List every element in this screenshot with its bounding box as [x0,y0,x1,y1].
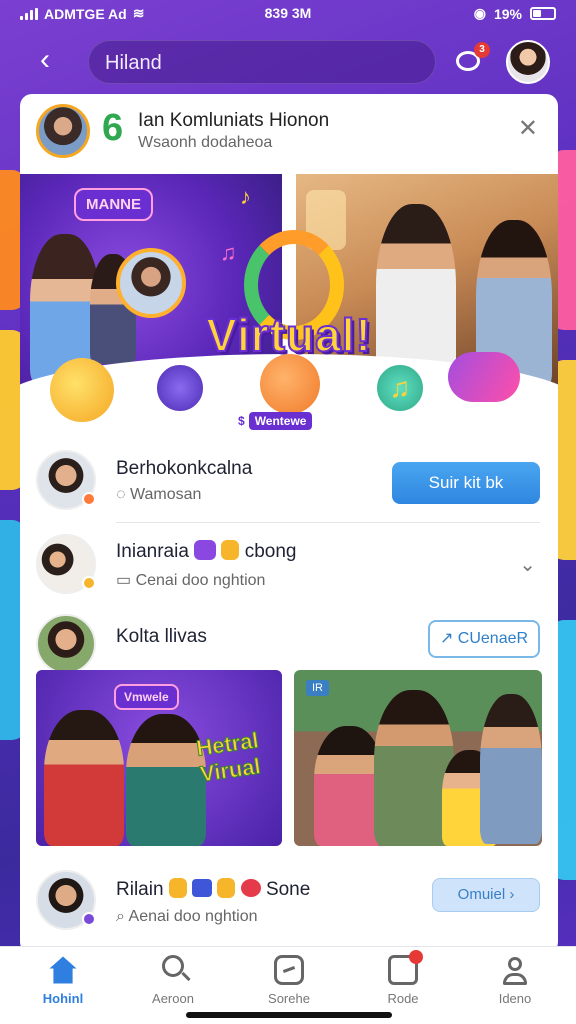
list-item[interactable]: Inianraia cbong ▭ Cenai doo nghtion ⌄ [20,530,558,606]
status-dot-icon [82,912,96,926]
chat-bubble-icon[interactable]: 3 [456,42,490,74]
music-note-icon: ♪ [240,184,251,209]
row-subtitle: ⌕ Aenai doo nghtion [116,908,258,925]
list-item[interactable]: Kolta llivas ↗ CUenaeR [20,610,558,674]
row-subtitle: ▭ Cenai doo nghtion [116,572,266,589]
thumbnail-title: Hetral Virual [194,727,263,787]
row-name: Berhokonkcalna [116,458,253,479]
inbox-icon [388,950,423,985]
nav-label: Sorehe [268,991,310,1006]
nav-label: Rode [387,991,419,1006]
chat-emoji-icon [154,362,206,414]
chevron-down-icon[interactable]: ⌄ [519,552,536,577]
action-button-label: CUenaeR [457,630,529,647]
row-subtitle: ◌ Wamosan [116,486,202,503]
nav-item-home[interactable]: Hohinl [18,955,108,1006]
group-card: 6 Ian Komluniats Hionon Wsaonh dodaheoa … [20,94,558,954]
hero-banner[interactable]: MANNE ♪ ♫ ♫ Virtual! $ Wentewe [20,174,558,474]
row-name-suffix: Sone [265,879,311,900]
group-header[interactable]: 6 Ian Komluniats Hionon Wsaonh dodaheoa … [20,94,558,170]
heart-emoji-icon [194,540,217,560]
blue-emoji-icon [192,879,213,897]
action-button-label: Omuiel [457,886,506,903]
home-indicator [186,1012,392,1018]
row-name: Rilain Sone [116,878,310,901]
notification-count-badge: 3 [474,42,490,58]
row-name-text: Inianraia [116,541,189,562]
status-dot-icon [82,576,96,590]
thumbnail-left[interactable]: Vmwele Hetral Virual [36,670,282,846]
avatar [36,614,96,674]
hero-tag: $ Wentewe [238,412,313,430]
group-subtitle: Wsaonh dodaheoa [138,134,273,151]
person-icon [500,955,530,985]
face-emoji-icon [260,354,320,414]
nav-item-inbox[interactable]: Rode [358,950,448,1006]
home-icon [49,956,77,984]
group-title: Ian Komluniats Hionon [138,110,330,131]
action-button[interactable]: Omuiel › [432,878,540,912]
list-item[interactable]: Berhokonkcalna ◌ Wamosan Suir kit bk [20,446,558,522]
group-logo-icon: 6 [102,107,124,149]
nav-item-profile[interactable]: Ideno [470,955,560,1006]
hero-tag-pill: Wentewe [248,412,313,430]
join-button[interactable]: Suir kit bk [392,462,540,504]
row-subtitle-text: Wamosan [129,486,202,503]
smile-emoji-icon [168,878,187,898]
list-item[interactable]: Rilain Sone ⌕ Aenai doo nghtion Omuiel › [20,866,558,942]
top-header: ‹ Hiland 3 [0,36,576,88]
action-button[interactable]: ↗ CUenaeR [428,620,540,658]
hero-tag-symbol: $ [238,414,245,428]
row-name-suffix: cbong [244,541,297,562]
nav-label: Aeroon [152,991,194,1006]
thumbnail-tag: IR [306,680,329,696]
heart-emoji-icon [240,879,261,897]
close-icon[interactable]: ✕ [518,114,538,143]
row-subtitle-text: Cenai doo nghtion [135,572,266,589]
group-avatar [36,104,90,158]
nav-item-search[interactable]: Aeroon [128,955,218,1006]
divider [116,522,540,523]
hero-speech-badge: MANNE [74,188,153,221]
wink-emoji-icon [50,358,114,422]
search-icon [162,955,184,977]
location-icon: ◉ [473,5,486,21]
row-subtitle-text: Aenai doo nghtion [128,908,258,925]
row-name: Inianraia cbong [116,540,297,563]
hero-title: Virtual! [205,308,372,362]
row-name-text: Rilain [116,879,164,900]
thumbnail-badge: Vmwele [114,684,179,710]
music-note-icon: ♫ [220,240,237,265]
nav-icon-wrap [158,955,188,985]
chat-square-icon [274,955,304,985]
nav-label: Hohinl [42,991,84,1006]
thumbnail-right[interactable]: IR [294,670,542,846]
nav-label: Ideno [498,991,532,1006]
back-icon[interactable]: ‹ [30,45,60,76]
media-thumbnails: Vmwele Hetral Virual IR [36,670,542,846]
status-bar: ADMTGE Ad ≋ 839 3M ◉ 19% [0,0,576,28]
battery-label: 19% [493,5,522,22]
row-name: Kolta llivas [116,626,207,647]
face-emoji-icon [217,878,236,898]
profile-avatar[interactable] [506,40,550,84]
status-dot-icon [82,492,96,506]
hand-emoji-icon [221,540,240,560]
battery-icon [530,7,556,20]
music-emoji-icon: ♫ [374,362,426,414]
nav-item-chat[interactable]: Sorehe [244,955,334,1006]
search-input[interactable]: Hiland [88,40,436,84]
notification-dot [409,950,423,964]
